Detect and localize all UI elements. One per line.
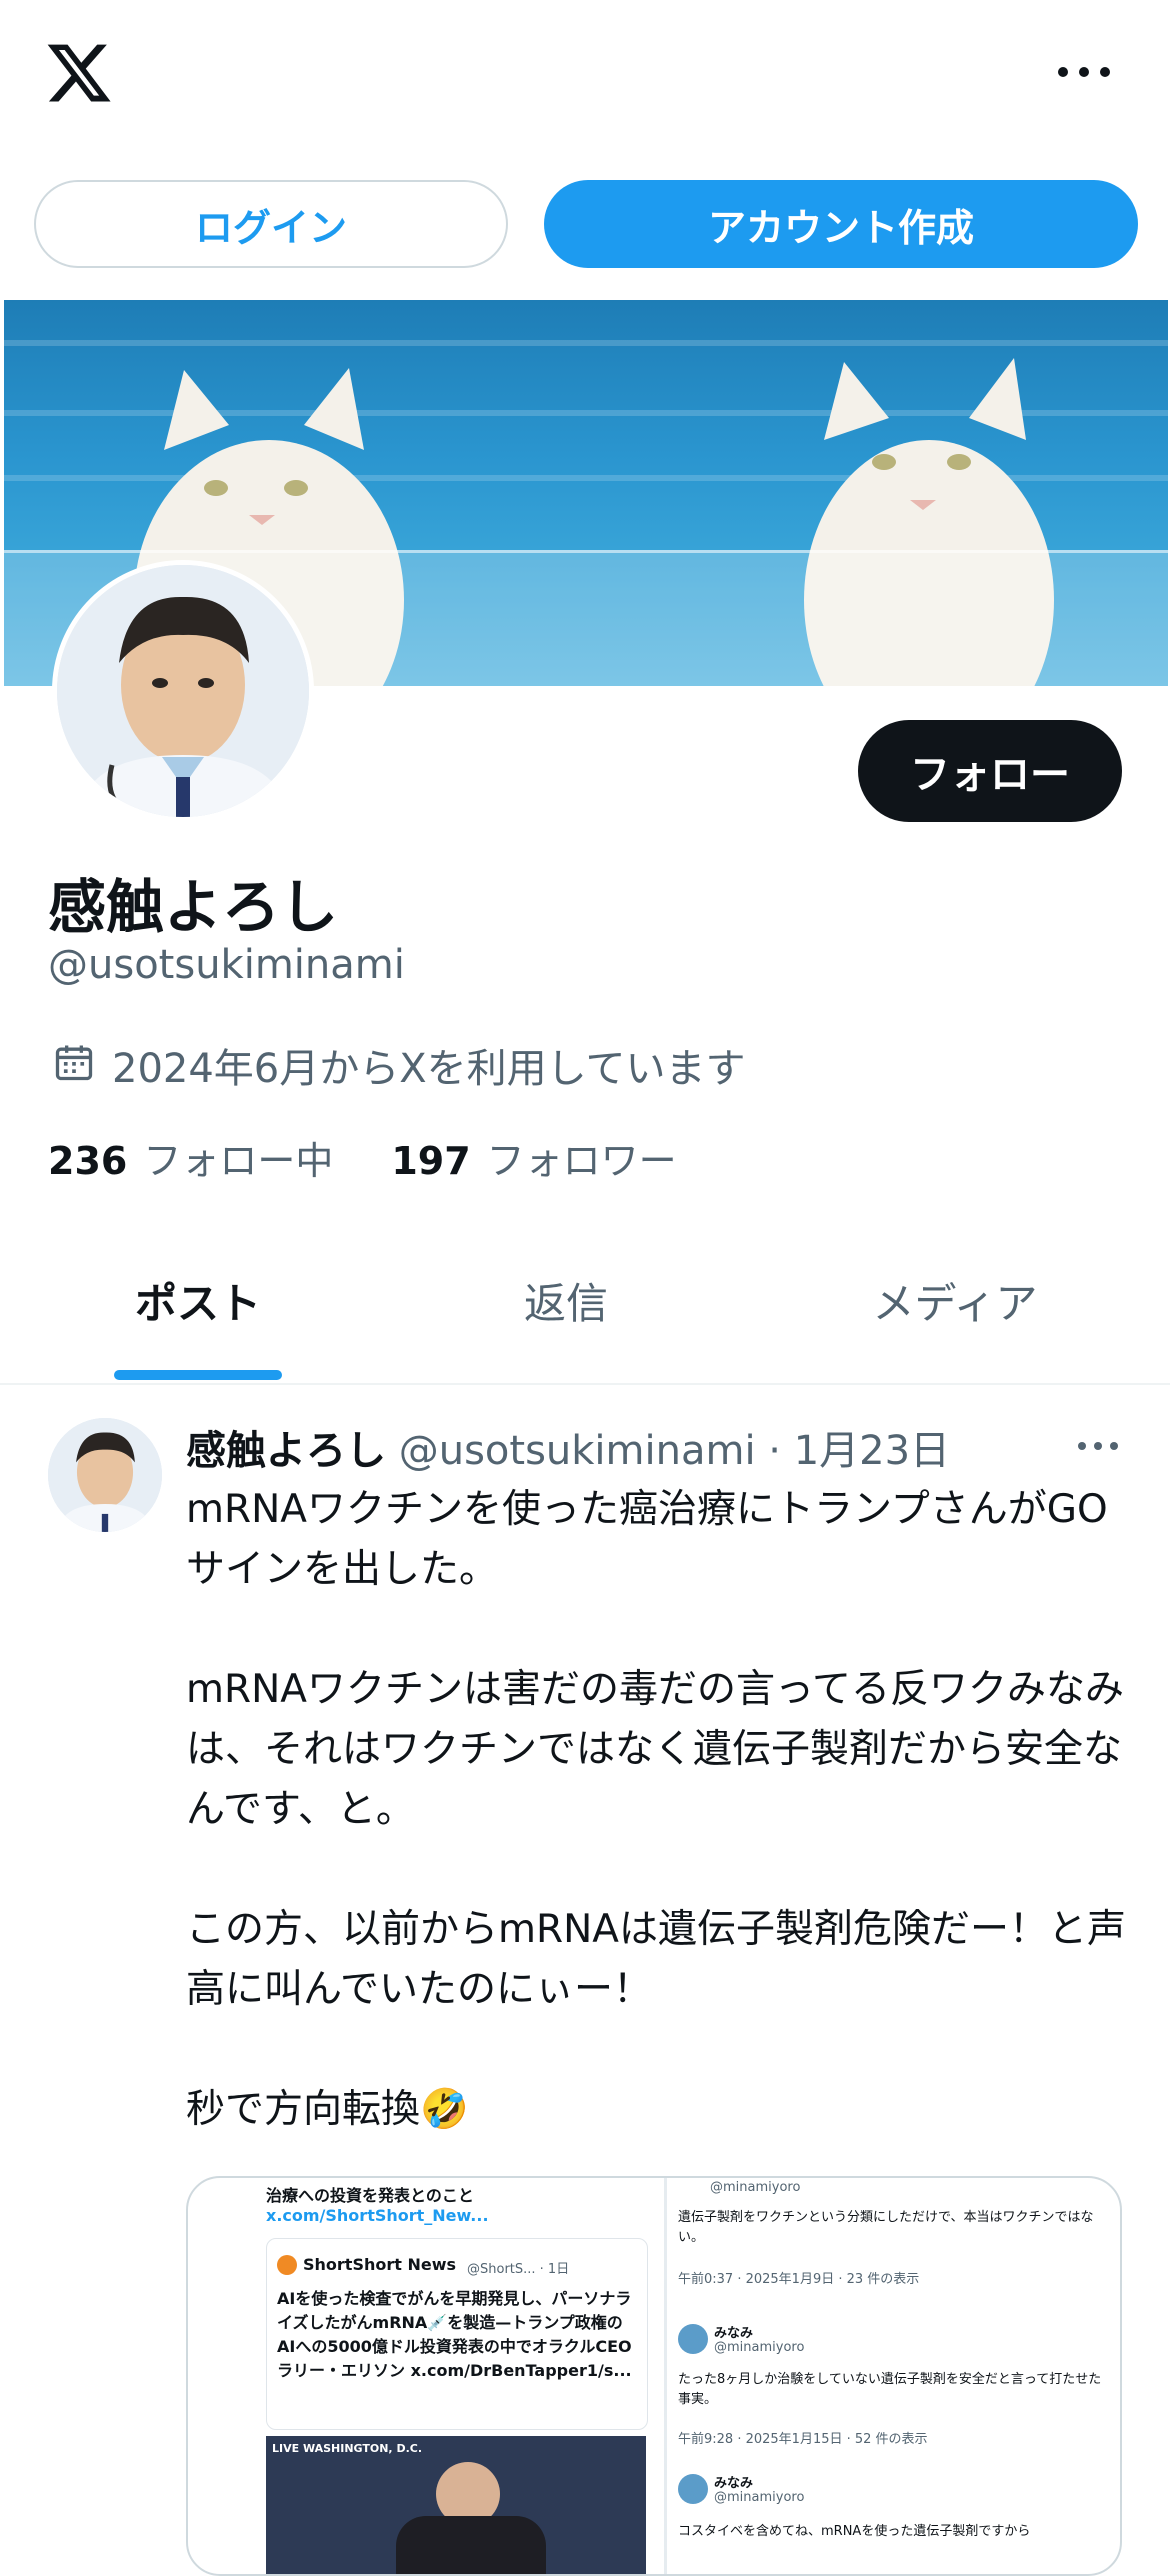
quote-name: ShortShort News (303, 2255, 457, 2274)
reply3-handle: @minamiyoro (714, 2490, 805, 2505)
post-text: mRNAワクチンを使った癌治療にトランプさんがGOサインを出した。 mRNAワク… (186, 1487, 1126, 2132)
quote-meta: @ShortS... · 1日 (467, 2262, 570, 2277)
login-button[interactable]: ログイン (34, 180, 508, 268)
follow-stats: 236 フォロー中 197 フォロワー (48, 1130, 677, 1185)
media-left-panel: 治療への投資を発表とのこと x.com/ShortShort_New... Sh… (188, 2178, 664, 2574)
tab-replies[interactable]: 返信 (466, 1270, 666, 1331)
post-header: 感触よろし @usotsukiminami · 1月23日 (186, 1418, 950, 1476)
post-avatar[interactable] (48, 1418, 162, 1532)
reply1-handle: @minamiyoro (710, 2180, 801, 2195)
reply2-name: みなみ (714, 2326, 754, 2341)
profile-avatar[interactable] (52, 560, 314, 822)
active-tab-indicator (114, 1370, 282, 1380)
more-options-icon[interactable] (1058, 62, 1110, 82)
calendar-icon (55, 1045, 93, 1081)
media-left-link: x.com/ShortShort_New... (266, 2206, 489, 2225)
follow-button[interactable]: フォロー (858, 720, 1122, 822)
reply2-avatar (678, 2324, 708, 2354)
profile-display-name: 感触よろし (48, 873, 339, 941)
profile-handle: @usotsukiminami (48, 942, 405, 988)
followers-link[interactable]: 197 フォロワー (391, 1130, 676, 1185)
reply3-text: コスタイベを含めてね、mRNAを使った遺伝子製剤ですから (678, 2524, 1031, 2539)
media-quote-card: ShortShort News @ShortS... · 1日 AIを使った検査… (266, 2238, 648, 2430)
quote-avatar (277, 2255, 297, 2275)
following-link[interactable]: 236 フォロー中 (48, 1130, 333, 1185)
tabs-divider (0, 1383, 1170, 1385)
reply3-avatar (678, 2474, 708, 2504)
video-tag: LIVE WASHINGTON, D.C. (272, 2442, 423, 2455)
tab-media[interactable]: メディア (840, 1270, 1070, 1331)
reply1-text: 遺伝子製剤をワクチンという分類にしただけで、本当はワクチンではない。 (678, 2210, 1094, 2245)
reply2-handle: @minamiyoro (714, 2340, 805, 2355)
post-meta: @usotsukiminami · 1月23日 (398, 1428, 951, 1474)
reply2-text: たった8ヶ月しか治験をしていない遺伝子製剤を安全だと言って打たせた事実。 (678, 2372, 1102, 2407)
post-media-image[interactable]: 治療への投資を発表とのこと x.com/ShortShort_New... Sh… (186, 2176, 1122, 2576)
reply3-name: みなみ (714, 2476, 754, 2491)
media-left-line1: 治療への投資を発表とのこと (266, 2186, 474, 2205)
reply1-meta: 午前0:37 · 2025年1月9日 · 23 件の表示 (678, 2272, 920, 2287)
joined-date: 2024年6月からXを利用しています (112, 1046, 746, 1092)
tab-posts[interactable]: ポスト (96, 1270, 300, 1331)
media-video-thumb: LIVE WASHINGTON, D.C. (266, 2436, 646, 2574)
create-account-button[interactable]: アカウント作成 (544, 180, 1138, 268)
x-logo-icon[interactable] (44, 38, 114, 108)
quote-text: AIを使った検査でがんを早期発見し、パーソナライズしたがんmRNA💉を製造—トラ… (277, 2289, 632, 2380)
reply2-meta: 午前9:28 · 2025年1月15日 · 52 件の表示 (678, 2432, 928, 2447)
post-author-name[interactable]: 感触よろし (186, 1428, 386, 1474)
post-more-icon[interactable] (1078, 1442, 1118, 1452)
media-right-panel: @minamiyoro 遺伝子製剤をワクチンという分類にしただけで、本当はワクチ… (668, 2178, 1120, 2574)
